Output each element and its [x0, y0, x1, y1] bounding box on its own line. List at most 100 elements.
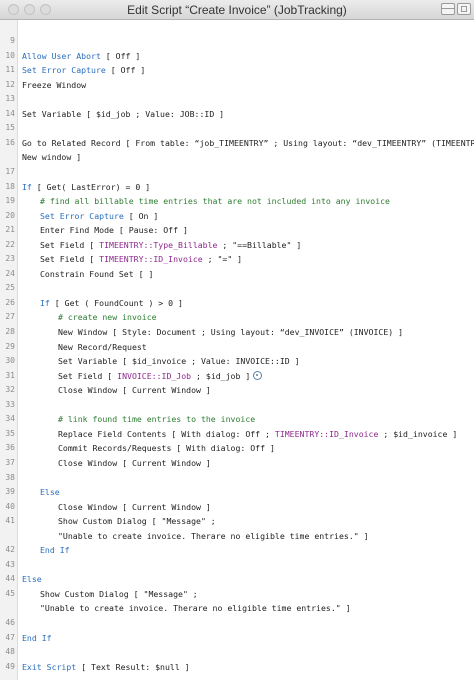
script-line[interactable]: 22 Set Field [ TIMEENTRY::Type_Billable ;… — [0, 238, 474, 252]
script-step[interactable]: Set Variable [ $id_invoice ; Value: INVO… — [58, 354, 300, 368]
field-reference: TIMEENTRY::ID_Invoice — [99, 254, 203, 265]
script-step[interactable]: Close Window [ Current Window ] — [58, 456, 211, 470]
script-line[interactable]: 11 Set Error Capture [ Off ] — [0, 63, 474, 77]
script-line[interactable]: 29 New Record/Request — [0, 340, 474, 354]
line-number: 34 — [5, 414, 15, 424]
script-step[interactable]: Set Field [ INVOICE::ID_Job ; $id_job ] — [58, 369, 263, 383]
script-step[interactable]: Show Custom Dialog [ "Message" ; — [40, 587, 198, 601]
step-text: Set Field [ — [58, 370, 118, 381]
script-step[interactable]: Close Window [ Current Window ] — [58, 500, 211, 514]
script-line[interactable]: 36 Commit Records/Requests [ With dialog:… — [0, 441, 474, 455]
script-line[interactable]: 13 — [0, 92, 474, 106]
field-reference: TIMEENTRY::ID_Invoice — [274, 428, 379, 439]
script-step[interactable]: Enter Find Mode [ Pause: Off ] — [40, 223, 188, 237]
script-line[interactable]: 24 Constrain Found Set [ ] — [0, 267, 474, 281]
script-step[interactable]: New window ] — [22, 150, 81, 164]
script-step[interactable]: Exit Script [ Text Result: $null ] — [22, 660, 190, 674]
script-line[interactable]: 47 End If — [0, 631, 474, 645]
fullscreen-icon[interactable] — [457, 3, 471, 15]
script-line[interactable]: 40 Close Window [ Current Window ] — [0, 500, 474, 514]
script-line[interactable]: 37 Close Window [ Current Window ] — [0, 456, 474, 470]
script-line[interactable]: 26 If [ Get ( FoundCount ) > 0 ] — [0, 296, 474, 310]
script-line[interactable]: 23 Set Field [ TIMEENTRY::ID_Invoice ; "=… — [0, 252, 474, 266]
script-line[interactable]: 14 Set Variable [ $id_job ; Value: JOB::I… — [0, 107, 474, 121]
script-line[interactable]: 28 New Window [ Style: Document ; Using l… — [0, 325, 474, 339]
script-step[interactable]: Set Error Capture [ Off ] — [22, 63, 145, 77]
script-line[interactable]: 44 Else — [0, 572, 474, 586]
script-line[interactable]: 12 Freeze Window — [0, 78, 474, 92]
line-number: 44 — [5, 574, 15, 584]
script-step[interactable]: Set Variable [ $id_job ; Value: JOB::ID … — [22, 107, 224, 121]
script-editor[interactable]: 9 10 Allow User Abort [ Off ] 11 Set Error C… — [0, 20, 474, 680]
script-step[interactable]: If [ Get ( FoundCount ) > 0 ] — [40, 296, 183, 310]
script-line[interactable]: 19 # find all billable time entries that … — [0, 194, 474, 208]
script-step[interactable]: Set Error Capture [ On ] — [40, 209, 158, 223]
script-step[interactable]: Go to Related Record [ From table: “job_… — [22, 136, 474, 150]
script-step[interactable]: Allow User Abort [ Off ] — [22, 49, 140, 63]
script-step[interactable]: New Window [ Style: Document ; Using lay… — [58, 325, 403, 339]
script-step[interactable]: Show Custom Dialog [ "Message" ; — [58, 514, 216, 528]
line-number: 19 — [5, 196, 15, 206]
script-line[interactable]: 41 Show Custom Dialog [ "Message" ; — [0, 514, 474, 528]
script-line[interactable]: 43 — [0, 558, 474, 572]
script-step[interactable]: Freeze Window — [22, 78, 86, 92]
script-line[interactable]: 30 Set Variable [ $id_invoice ; Value: IN… — [0, 354, 474, 368]
script-line[interactable]: 33 — [0, 398, 474, 412]
script-line[interactable]: 21 Enter Find Mode [ Pause: Off ] — [0, 223, 474, 237]
script-line[interactable]: 20 Set Error Capture [ On ] — [0, 209, 474, 223]
script-line[interactable]: 45 Show Custom Dialog [ "Message" ; — [0, 587, 474, 601]
script-line[interactable]: New window ] — [0, 150, 474, 164]
window-title: Edit Script “Create Invoice” (JobTrackin… — [127, 3, 347, 17]
script-line[interactable]: 18 If [ Get( LastError) = 0 ] — [0, 180, 474, 194]
script-step[interactable]: End If — [40, 543, 70, 557]
script-line[interactable]: 16 Go to Related Record [ From table: “jo… — [0, 136, 474, 150]
script-line[interactable]: 38 — [0, 471, 474, 485]
line-number: 15 — [5, 123, 15, 133]
script-step[interactable]: # find all billable time entries that ar… — [40, 194, 390, 208]
script-line[interactable]: "Unable to create invoice. Therare no el… — [0, 529, 474, 543]
script-line[interactable]: 17 — [0, 165, 474, 179]
script-line[interactable]: 25 — [0, 281, 474, 295]
line-number: 17 — [5, 166, 15, 176]
script-step[interactable]: Close Window [ Current Window ] — [58, 383, 211, 397]
script-line[interactable]: 9 — [0, 34, 474, 48]
script-step[interactable]: Commit Records/Requests [ With dialog: O… — [58, 441, 275, 455]
split-view-button[interactable] — [441, 3, 455, 15]
line-number: 43 — [5, 559, 15, 569]
script-line[interactable]: 31 Set Field [ INVOICE::ID_Job ; $id_job … — [0, 369, 474, 383]
script-line[interactable]: 15 — [0, 121, 474, 135]
script-step[interactable]: Else — [22, 572, 42, 586]
line-number: 49 — [5, 661, 15, 671]
script-line[interactable]: 10 Allow User Abort [ Off ] — [0, 49, 474, 63]
script-step[interactable]: End If — [22, 631, 52, 645]
step-keyword: End If — [40, 545, 70, 556]
script-step[interactable]: Replace Field Contents [ With dialog: Of… — [58, 427, 457, 441]
script-line[interactable]: 42 End If — [0, 543, 474, 557]
step-text: ; "=" ] — [202, 254, 243, 265]
script-line[interactable]: 27 # create new invoice — [0, 310, 474, 324]
line-number: 25 — [5, 283, 15, 293]
script-line[interactable]: 34 # link found time entries to the invoi… — [0, 412, 474, 426]
script-step[interactable]: "Unable to create invoice. Therare no el… — [58, 529, 369, 543]
step-text: "Unable to create invoice. Therare no el… — [58, 530, 369, 541]
gear-icon[interactable] — [253, 370, 263, 380]
script-step[interactable]: # create new invoice — [58, 310, 157, 324]
script-line[interactable]: 46 — [0, 616, 474, 630]
script-step[interactable]: New Record/Request — [58, 340, 147, 354]
script-line[interactable]: 32 Close Window [ Current Window ] — [0, 383, 474, 397]
script-step[interactable]: # link found time entries to the invoice — [58, 412, 255, 426]
step-text: Set Field [ — [40, 254, 100, 265]
script-line[interactable]: "Unable to create invoice. Therare no el… — [0, 601, 474, 615]
script-line[interactable]: 35 Replace Field Contents [ With dialog: … — [0, 427, 474, 441]
script-line[interactable]: 48 — [0, 645, 474, 659]
script-step[interactable]: Constrain Found Set [ ] — [40, 267, 153, 281]
script-step[interactable]: Else — [40, 485, 60, 499]
script-step[interactable]: If [ Get( LastError) = 0 ] — [22, 180, 150, 194]
script-line[interactable]: 49 Exit Script [ Text Result: $null ] — [0, 660, 474, 674]
script-step[interactable]: Set Field [ TIMEENTRY::Type_Billable ; "… — [40, 238, 301, 252]
script-step[interactable]: Set Field [ TIMEENTRY::ID_Invoice ; "=" … — [40, 252, 242, 266]
line-number: 26 — [5, 297, 15, 307]
line-number: 28 — [5, 327, 15, 336]
script-step[interactable]: "Unable to create invoice. Therare no el… — [40, 601, 351, 615]
script-line[interactable]: 39 Else — [0, 485, 474, 499]
